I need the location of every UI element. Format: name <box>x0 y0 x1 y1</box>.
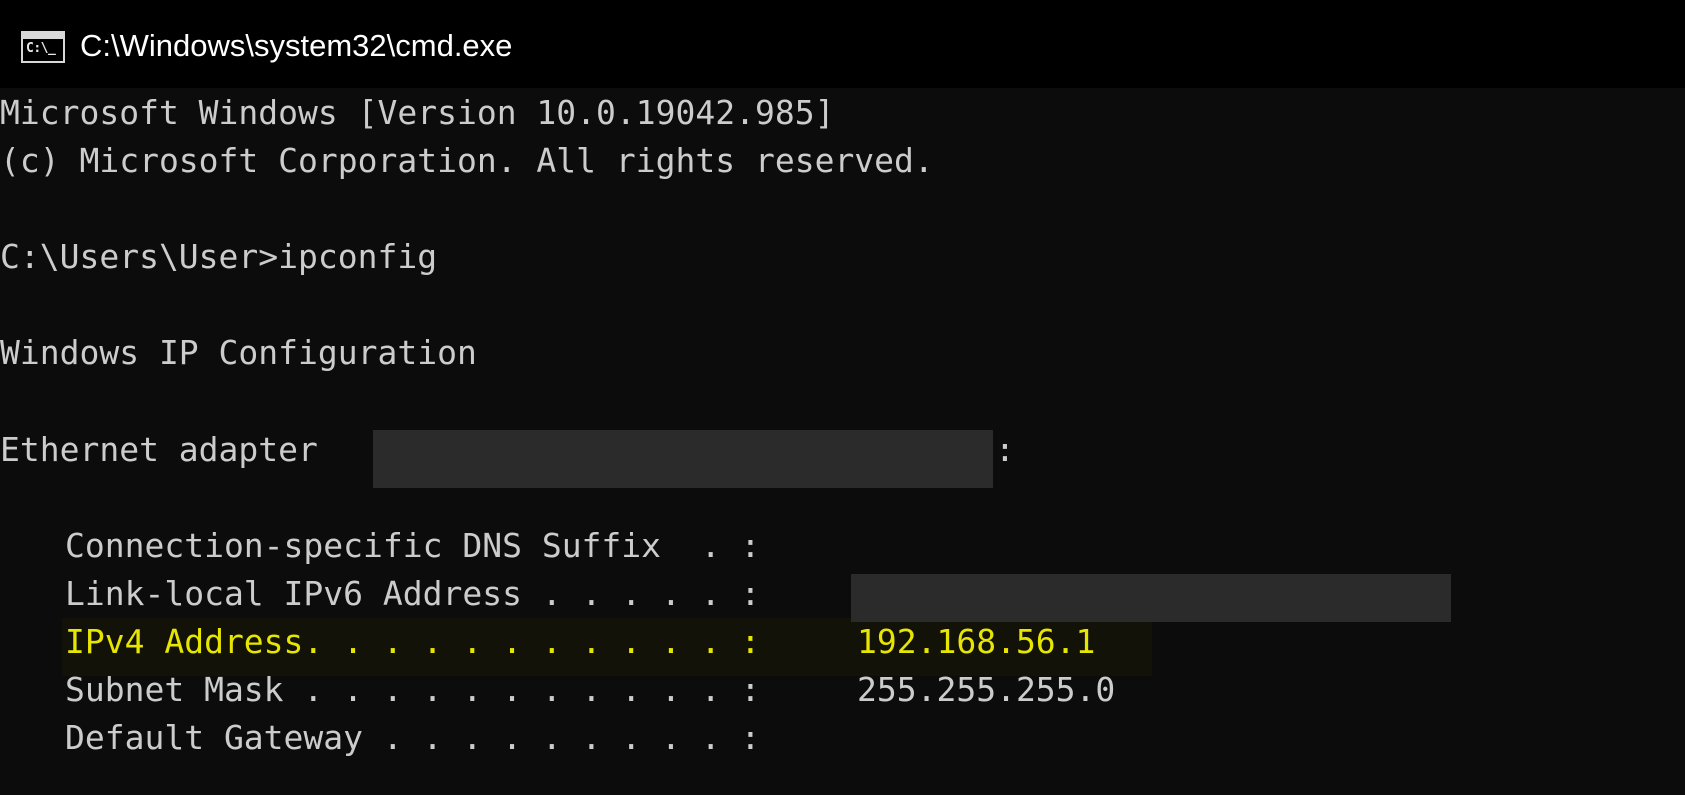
adapter-colon: : <box>995 430 1015 469</box>
subnet-label-line: Subnet Mask . . . . . . . . . . . : <box>65 670 761 709</box>
redacted-adapter-name <box>373 430 993 488</box>
redacted-ipv6-value <box>851 574 1451 622</box>
prompt-command-line: C:\Users\User>ipconfig <box>0 237 438 276</box>
dns-suffix-line: Connection-specific DNS Suffix . : <box>65 526 761 565</box>
window-title: C:\Windows\system32\cmd.exe <box>80 28 513 63</box>
adapter-heading: Ethernet adapter <box>0 430 318 469</box>
ipv4-label-line: IPv4 Address. . . . . . . . . . . : <box>65 622 761 661</box>
console-icon: C:\_ <box>21 31 65 63</box>
ipv4-value: 192.168.56.1 <box>857 622 1096 661</box>
ip-config-heading: Windows IP Configuration <box>0 333 477 372</box>
cmd-window: C:\_ C:\Windows\system32\cmd.exe Microso… <box>0 0 1685 795</box>
console-output[interactable]: Microsoft Windows [Version 10.0.19042.98… <box>0 88 1685 795</box>
gateway-line: Default Gateway . . . . . . . . . : <box>65 718 761 757</box>
ipv6-line: Link-local IPv6 Address . . . . . : <box>65 574 761 613</box>
title-bar[interactable]: C:\_ C:\Windows\system32\cmd.exe <box>0 0 1685 88</box>
version-line: Microsoft Windows [Version 10.0.19042.98… <box>0 93 835 132</box>
copyright-line: (c) Microsoft Corporation. All rights re… <box>0 141 934 180</box>
subnet-value: 255.255.255.0 <box>857 670 1116 709</box>
